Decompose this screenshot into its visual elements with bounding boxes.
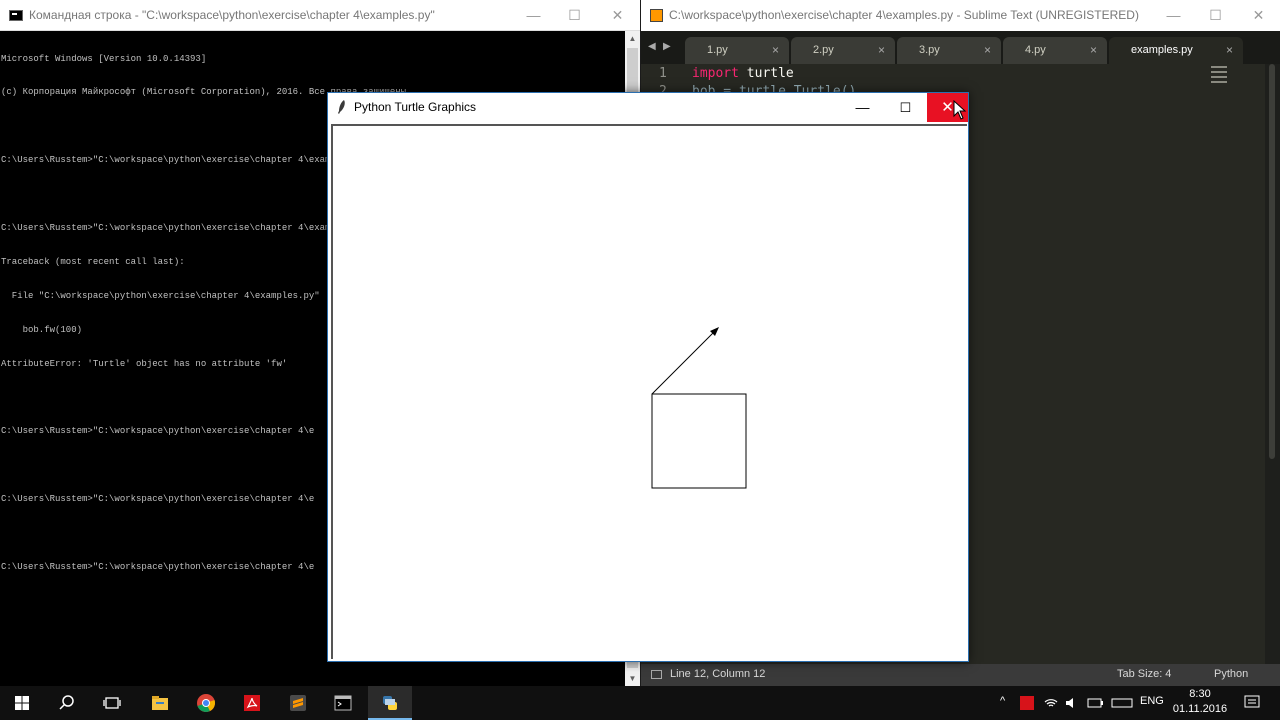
turtle-titlebar[interactable]: Python Turtle Graphics — ☐ ✕	[328, 93, 968, 123]
keyboard-icon[interactable]	[1111, 698, 1133, 708]
tab-examples-py[interactable]: examples.py ×	[1109, 37, 1243, 64]
search-button[interactable]	[45, 686, 89, 720]
sublime-tab-bar: ◀ ▶ 1.py × 2.py × 3.py × 4.py × examples…	[641, 31, 1280, 64]
file-explorer-icon	[152, 696, 168, 710]
tab-close-icon[interactable]: ×	[772, 43, 779, 57]
turtle-window-title: Python Turtle Graphics	[354, 100, 477, 114]
sublime-scrollbar[interactable]	[1265, 64, 1280, 664]
sublime-status-bar: Line 12, Column 12 Tab Size: 4 Python	[641, 664, 1280, 686]
sublime-minimize-button[interactable]: —	[1152, 0, 1195, 31]
turtle-graphics-window: Python Turtle Graphics — ☐ ✕	[327, 92, 969, 662]
tab-3-py[interactable]: 3.py ×	[897, 37, 1001, 64]
tab-1-py[interactable]: 1.py ×	[685, 37, 789, 64]
cmd-close-button[interactable]: ✕	[596, 0, 639, 31]
clock-date: 01.11.2016	[1172, 703, 1228, 715]
mouse-pointer-icon	[953, 100, 967, 120]
cmd-maximize-button[interactable]: ☐	[553, 0, 596, 31]
taskbar-file-explorer[interactable]	[138, 686, 182, 720]
drawn-square	[651, 393, 747, 489]
cmd-icon	[334, 695, 352, 711]
minimap[interactable]	[1211, 66, 1227, 92]
taskbar-acrobat[interactable]	[230, 686, 274, 720]
python-icon	[383, 696, 397, 710]
tab-label: 3.py	[919, 44, 940, 56]
volume-icon[interactable]	[1065, 697, 1079, 709]
line-number: 1	[659, 66, 667, 81]
taskbar-cmd[interactable]	[321, 686, 365, 720]
sublime-close-button[interactable]: ✕	[1237, 0, 1280, 31]
tab-4-py[interactable]: 4.py ×	[1003, 37, 1107, 64]
task-view-icon	[103, 697, 121, 709]
tab-label: examples.py	[1131, 44, 1193, 56]
cmd-minimize-button[interactable]: —	[512, 0, 555, 31]
panel-toggle-icon[interactable]	[651, 670, 662, 679]
code-keyword: import	[692, 66, 739, 81]
tab-prev-arrow-icon[interactable]: ◀	[648, 41, 656, 52]
cmd-icon	[9, 10, 23, 21]
tab-label: 4.py	[1025, 44, 1046, 56]
feather-icon	[338, 100, 345, 114]
start-button[interactable]	[0, 686, 44, 720]
taskbar-python[interactable]	[368, 686, 412, 720]
battery-icon[interactable]	[1087, 698, 1103, 708]
tab-label: 1.py	[707, 44, 728, 56]
task-view-button[interactable]	[90, 686, 134, 720]
acrobat-icon	[244, 695, 260, 711]
sublime-app-icon	[650, 9, 663, 22]
system-clock[interactable]: 8:30 01.11.2016	[1160, 687, 1240, 717]
show-hidden-icons-icon[interactable]: ^	[1000, 695, 1005, 707]
cursor-position: Line 12, Column 12	[670, 668, 766, 680]
turtle-maximize-button[interactable]: ☐	[884, 93, 927, 122]
sublime-window-title: C:\workspace\python\exercise\chapter 4\e…	[669, 8, 1139, 22]
turtle-minimize-button[interactable]: —	[840, 93, 885, 122]
turtle-canvas[interactable]	[331, 124, 967, 659]
start-icon	[15, 696, 29, 710]
chrome-icon	[197, 694, 215, 712]
code-text: turtle	[738, 66, 794, 81]
tab-close-icon[interactable]: ×	[984, 43, 991, 57]
sublime-maximize-button[interactable]: ☐	[1194, 0, 1237, 31]
tab-next-arrow-icon[interactable]: ▶	[663, 41, 671, 52]
tab-label: 2.py	[813, 44, 834, 56]
search-icon	[59, 695, 74, 710]
wifi-icon[interactable]	[1044, 697, 1058, 709]
turtle-drawing	[651, 327, 747, 489]
code-line: import turtle	[692, 66, 794, 81]
drawn-diagonal-line	[651, 331, 715, 395]
scroll-up-arrow-icon[interactable]: ▲	[625, 31, 640, 46]
cmd-window-title: Командная строка - "C:\workspace\python\…	[29, 8, 435, 22]
acrobat-tray-icon[interactable]	[1020, 696, 1034, 710]
syntax-selector[interactable]: Python	[1214, 668, 1248, 680]
scroll-down-arrow-icon[interactable]: ▼	[625, 671, 640, 686]
sublime-scrollbar-thumb[interactable]	[1269, 64, 1275, 459]
sublime-titlebar[interactable]: C:\workspace\python\exercise\chapter 4\e…	[641, 0, 1280, 31]
sublime-text-icon	[290, 695, 306, 711]
taskbar-chrome[interactable]	[184, 686, 228, 720]
tab-close-icon[interactable]: ×	[1226, 43, 1233, 57]
console-line: Microsoft Windows [Version 10.0.14393]	[1, 53, 207, 64]
taskbar: ^ ENG 8:30 01.11.2016	[0, 686, 1280, 720]
clock-time: 8:30	[1189, 688, 1211, 700]
tab-close-icon[interactable]: ×	[1090, 43, 1097, 57]
cmd-titlebar[interactable]: Командная строка - "C:\workspace\python\…	[0, 0, 640, 31]
taskbar-sublime[interactable]	[276, 686, 320, 720]
tab-size-selector[interactable]: Tab Size: 4	[1117, 668, 1171, 680]
notifications-icon[interactable]	[1244, 695, 1260, 711]
tab-2-py[interactable]: 2.py ×	[791, 37, 895, 64]
tab-close-icon[interactable]: ×	[878, 43, 885, 57]
